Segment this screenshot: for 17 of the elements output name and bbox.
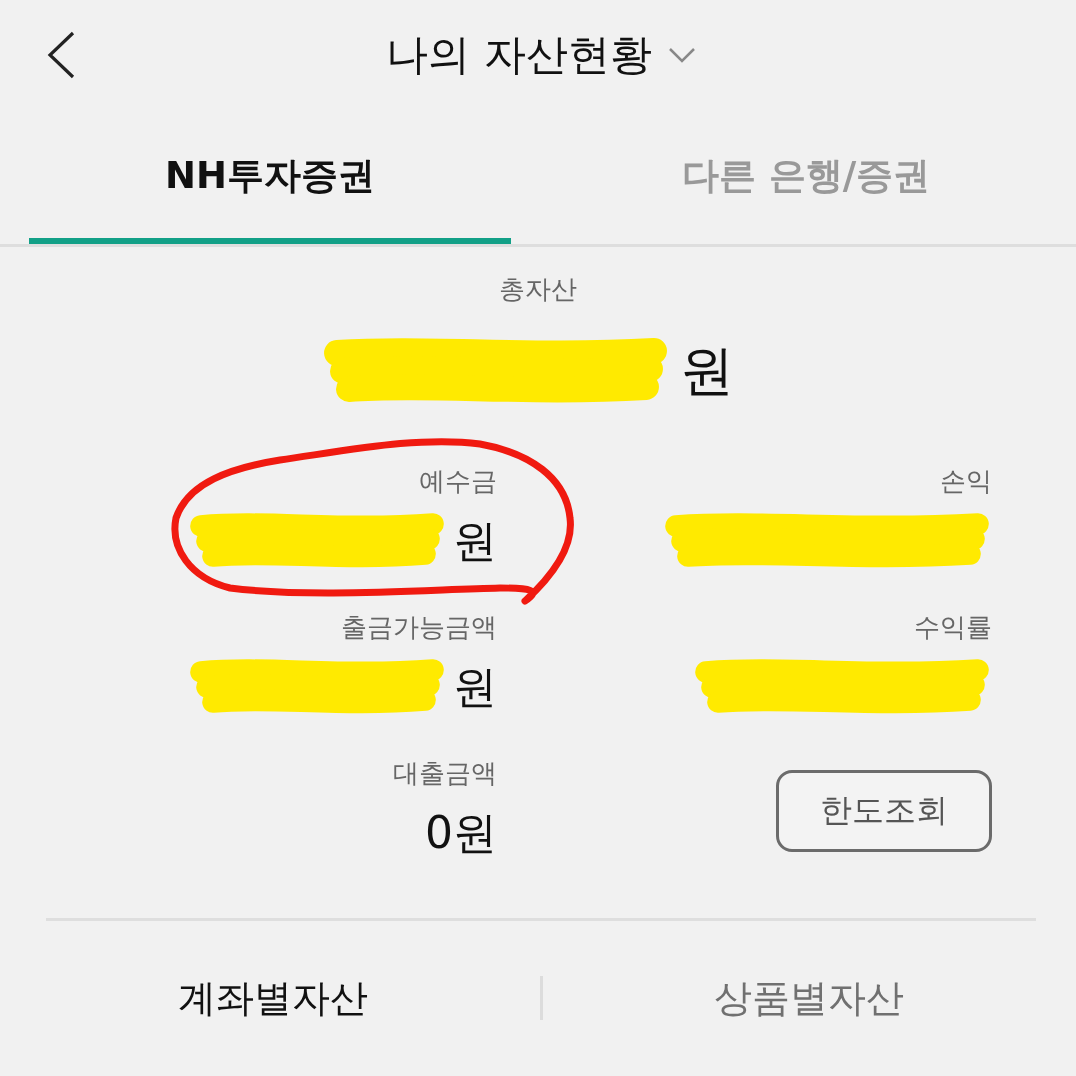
tab[interactable]: NH투자증권 bbox=[29, 110, 511, 244]
figure-label: 예수금 bbox=[419, 465, 497, 498]
back-icon[interactable] bbox=[46, 31, 76, 79]
total-assets-value: 원 bbox=[679, 338, 734, 404]
bottom-tab[interactable]: 계좌별자산 bbox=[46, 972, 500, 1024]
bottom-tab[interactable]: 상품별자산 bbox=[582, 972, 1036, 1024]
limit-inquiry-button[interactable]: 한도조회 bbox=[776, 770, 992, 852]
figure-label: 손익 bbox=[940, 465, 992, 498]
figure-label: 수익률 bbox=[914, 611, 992, 644]
amount-value: 원 bbox=[453, 514, 497, 568]
chevron-down-icon[interactable] bbox=[667, 47, 696, 63]
figure-label: 대출금액 bbox=[393, 757, 497, 790]
page-title[interactable]: 나의 자산현황 bbox=[386, 29, 652, 81]
figure-label: 출금가능금액 bbox=[341, 611, 497, 644]
amount-value: 원 bbox=[453, 660, 497, 714]
amount-value: 0원 bbox=[425, 806, 497, 860]
total-assets-label: 총자산 bbox=[499, 273, 577, 306]
